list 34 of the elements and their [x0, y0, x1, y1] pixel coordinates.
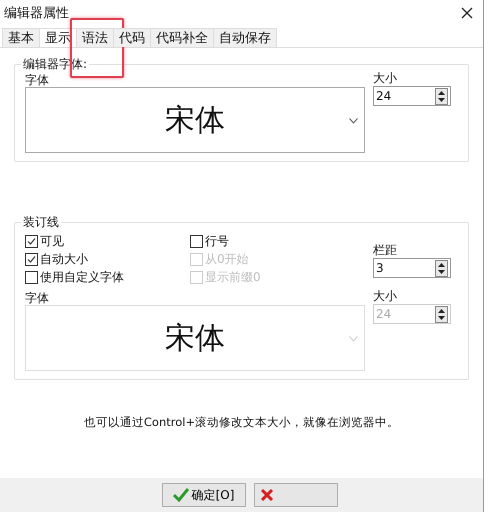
- font-label: 字体: [25, 73, 50, 87]
- checkbox-option[interactable]: 行号: [190, 233, 373, 249]
- spin-arrows-icon[interactable]: [435, 260, 448, 276]
- chevron-down-icon: [349, 336, 358, 342]
- checkbox-option[interactable]: 自动大小: [25, 251, 190, 267]
- tab[interactable]: 显示: [39, 28, 77, 47]
- size-label: 大小: [373, 71, 398, 85]
- tab[interactable]: 自动保存: [213, 28, 277, 47]
- group-title: 装订线: [22, 214, 60, 231]
- font-dropdown[interactable]: 宋体: [25, 87, 365, 153]
- checkbox-option[interactable]: 使用自定义字体: [25, 269, 190, 285]
- cancel-button[interactable]: [254, 483, 338, 507]
- checkmark-icon: [26, 236, 37, 246]
- check-icon: [172, 488, 189, 502]
- close-icon[interactable]: [461, 7, 473, 19]
- checkbox-option[interactable]: 可见: [25, 233, 190, 249]
- group-title: 编辑器字体:: [22, 56, 88, 73]
- ok-button[interactable]: 确定[O]: [162, 483, 246, 507]
- tab[interactable]: 基本: [2, 28, 40, 47]
- font-label: 字体: [25, 291, 50, 305]
- chevron-down-icon: [349, 118, 358, 124]
- close-icon: [260, 489, 272, 501]
- tab[interactable]: 语法: [76, 28, 114, 47]
- window-title: 编辑器属性: [4, 5, 69, 22]
- spin-arrows-icon[interactable]: [435, 88, 448, 104]
- tab[interactable]: 代码: [113, 28, 151, 47]
- spin-arrows-icon[interactable]: [435, 306, 448, 322]
- size-label: 大小: [373, 289, 398, 303]
- hint-text: 也可以通过Control+滚动修改文本大小，就像在浏览器中。: [82, 415, 400, 430]
- tab[interactable]: 代码补全: [150, 28, 214, 47]
- size-spinbox[interactable]: 24: [373, 86, 451, 106]
- spacing-label: 栏距: [373, 243, 398, 257]
- spacing-spinbox[interactable]: 3: [373, 258, 451, 278]
- checkmark-icon: [26, 254, 37, 264]
